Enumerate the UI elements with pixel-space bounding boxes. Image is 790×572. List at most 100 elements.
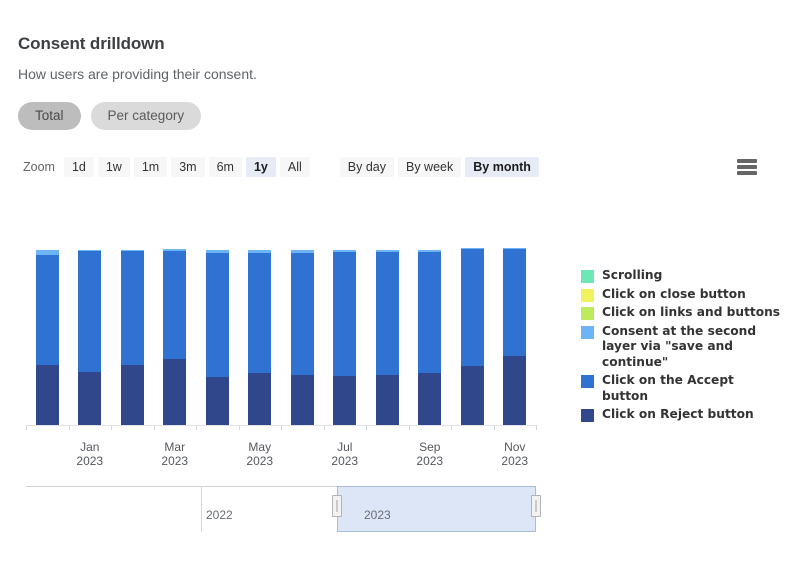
view-toggle-group: Total Per category (18, 102, 201, 130)
bar-segment[interactable] (78, 251, 101, 372)
bar-slot (281, 232, 324, 425)
stacked-bar[interactable] (121, 250, 144, 425)
legend-label: Click on links and buttons (602, 305, 780, 321)
bar-slot (494, 232, 537, 425)
chart-plot-area (26, 232, 536, 425)
bar-segment[interactable] (206, 253, 229, 377)
legend-swatch (581, 307, 594, 320)
navigator-handle-left[interactable] (332, 495, 342, 517)
legend-swatch (581, 270, 594, 283)
stacked-bar[interactable] (291, 250, 314, 425)
bar-segment[interactable] (78, 372, 101, 425)
bar-segment[interactable] (503, 249, 526, 355)
legend-item[interactable]: Click on links and buttons (581, 305, 781, 321)
bar-slot (409, 232, 452, 425)
bar-segment[interactable] (248, 253, 271, 373)
x-axis-label: Nov2023 (501, 440, 528, 468)
bar-segment[interactable] (36, 255, 59, 365)
bar-slot (154, 232, 197, 425)
hamburger-line (737, 171, 757, 175)
bar-segment[interactable] (248, 373, 271, 425)
bar-segment[interactable] (121, 365, 144, 425)
bar-segment[interactable] (121, 251, 144, 365)
legend-item[interactable]: Click on close button (581, 287, 781, 303)
stacked-bar[interactable] (503, 248, 526, 425)
view-toggle-total[interactable]: Total (18, 102, 81, 130)
legend-label: Consent at the second layer via "save an… (602, 324, 762, 371)
zoom-button-1d[interactable]: 1d (64, 157, 94, 177)
bar-slot (69, 232, 112, 425)
stacked-bar[interactable] (206, 250, 229, 425)
x-axis-label: Mar2023 (161, 440, 188, 468)
zoom-button-6m[interactable]: 6m (209, 157, 242, 177)
bar-segment[interactable] (503, 356, 526, 425)
bar-segment[interactable] (36, 365, 59, 425)
x-axis-label-year: 2023 (331, 454, 358, 468)
legend-label: Click on Reject button (602, 407, 754, 423)
range-selector-toolbar: Zoom 1d 1w 1m 3m 6m 1y All By day By wee… (23, 157, 543, 177)
stacked-bar[interactable] (163, 249, 186, 425)
zoom-button-1y[interactable]: 1y (246, 157, 276, 177)
x-axis-tick (536, 425, 537, 430)
zoom-button-1w[interactable]: 1w (98, 157, 130, 177)
bar-slot (239, 232, 282, 425)
zoom-button-all[interactable]: All (280, 157, 310, 177)
x-axis-label: Jan2023 (76, 440, 103, 468)
granularity-button-by-month[interactable]: By month (465, 157, 539, 177)
stacked-bar[interactable] (248, 250, 271, 425)
bar-segment[interactable] (163, 359, 186, 425)
bar-segment[interactable] (333, 376, 356, 425)
bar-slot (366, 232, 409, 425)
bar-segment[interactable] (163, 251, 186, 359)
x-axis-label-month: Jul (331, 440, 358, 454)
bar-segment[interactable] (418, 252, 441, 373)
x-axis-label-month: Nov (501, 440, 528, 454)
chart-navigator[interactable]: 2022 2023 (26, 486, 536, 532)
x-axis-label-year: 2023 (416, 454, 443, 468)
chart-legend: Scrolling Click on close button Click on l… (581, 268, 781, 426)
x-axis-label-month: May (246, 440, 273, 454)
legend-label: Scrolling (602, 268, 662, 284)
bar-segment[interactable] (376, 375, 399, 425)
bar-segment[interactable] (461, 366, 484, 425)
page-title: Consent drilldown (18, 33, 257, 55)
legend-item[interactable]: Click on the Accept button (581, 373, 781, 404)
bar-segment[interactable] (291, 253, 314, 375)
stacked-bar[interactable] (418, 250, 441, 425)
navigator-handle-right[interactable] (531, 495, 541, 517)
legend-item[interactable]: Consent at the second layer via "save an… (581, 324, 781, 371)
x-axis-label-year: 2023 (76, 454, 103, 468)
legend-swatch (581, 289, 594, 302)
hamburger-menu-icon[interactable] (737, 158, 757, 176)
granularity-button-by-day[interactable]: By day (340, 157, 394, 177)
header: Consent drilldown How users are providin… (18, 33, 257, 83)
navigator-year-2022: 2022 (206, 508, 233, 522)
legend-item[interactable]: Click on Reject button (581, 407, 781, 423)
zoom-button-3m[interactable]: 3m (171, 157, 204, 177)
bar-segment[interactable] (206, 377, 229, 425)
bar-segment[interactable] (376, 252, 399, 375)
stacked-bar[interactable] (36, 250, 59, 425)
bar-segment[interactable] (333, 252, 356, 376)
zoom-button-1m[interactable]: 1m (134, 157, 167, 177)
x-axis-label-year: 2023 (161, 454, 188, 468)
bar-segment[interactable] (461, 249, 484, 366)
bar-series-container (26, 232, 536, 425)
bar-slot (111, 232, 154, 425)
stacked-bar[interactable] (376, 250, 399, 425)
granularity-button-by-week[interactable]: By week (398, 157, 461, 177)
view-toggle-per-category[interactable]: Per category (91, 102, 202, 130)
legend-label: Click on the Accept button (602, 373, 781, 404)
stacked-bar[interactable] (461, 248, 484, 425)
x-axis-label-month: Jan (76, 440, 103, 454)
stacked-bar[interactable] (333, 250, 356, 425)
bar-segment[interactable] (291, 375, 314, 425)
legend-swatch (581, 326, 594, 339)
legend-label: Click on close button (602, 287, 746, 303)
bar-slot (26, 232, 69, 425)
legend-swatch (581, 409, 594, 422)
hamburger-line (737, 159, 757, 163)
stacked-bar[interactable] (78, 250, 101, 425)
bar-segment[interactable] (418, 373, 441, 425)
legend-item[interactable]: Scrolling (581, 268, 781, 284)
